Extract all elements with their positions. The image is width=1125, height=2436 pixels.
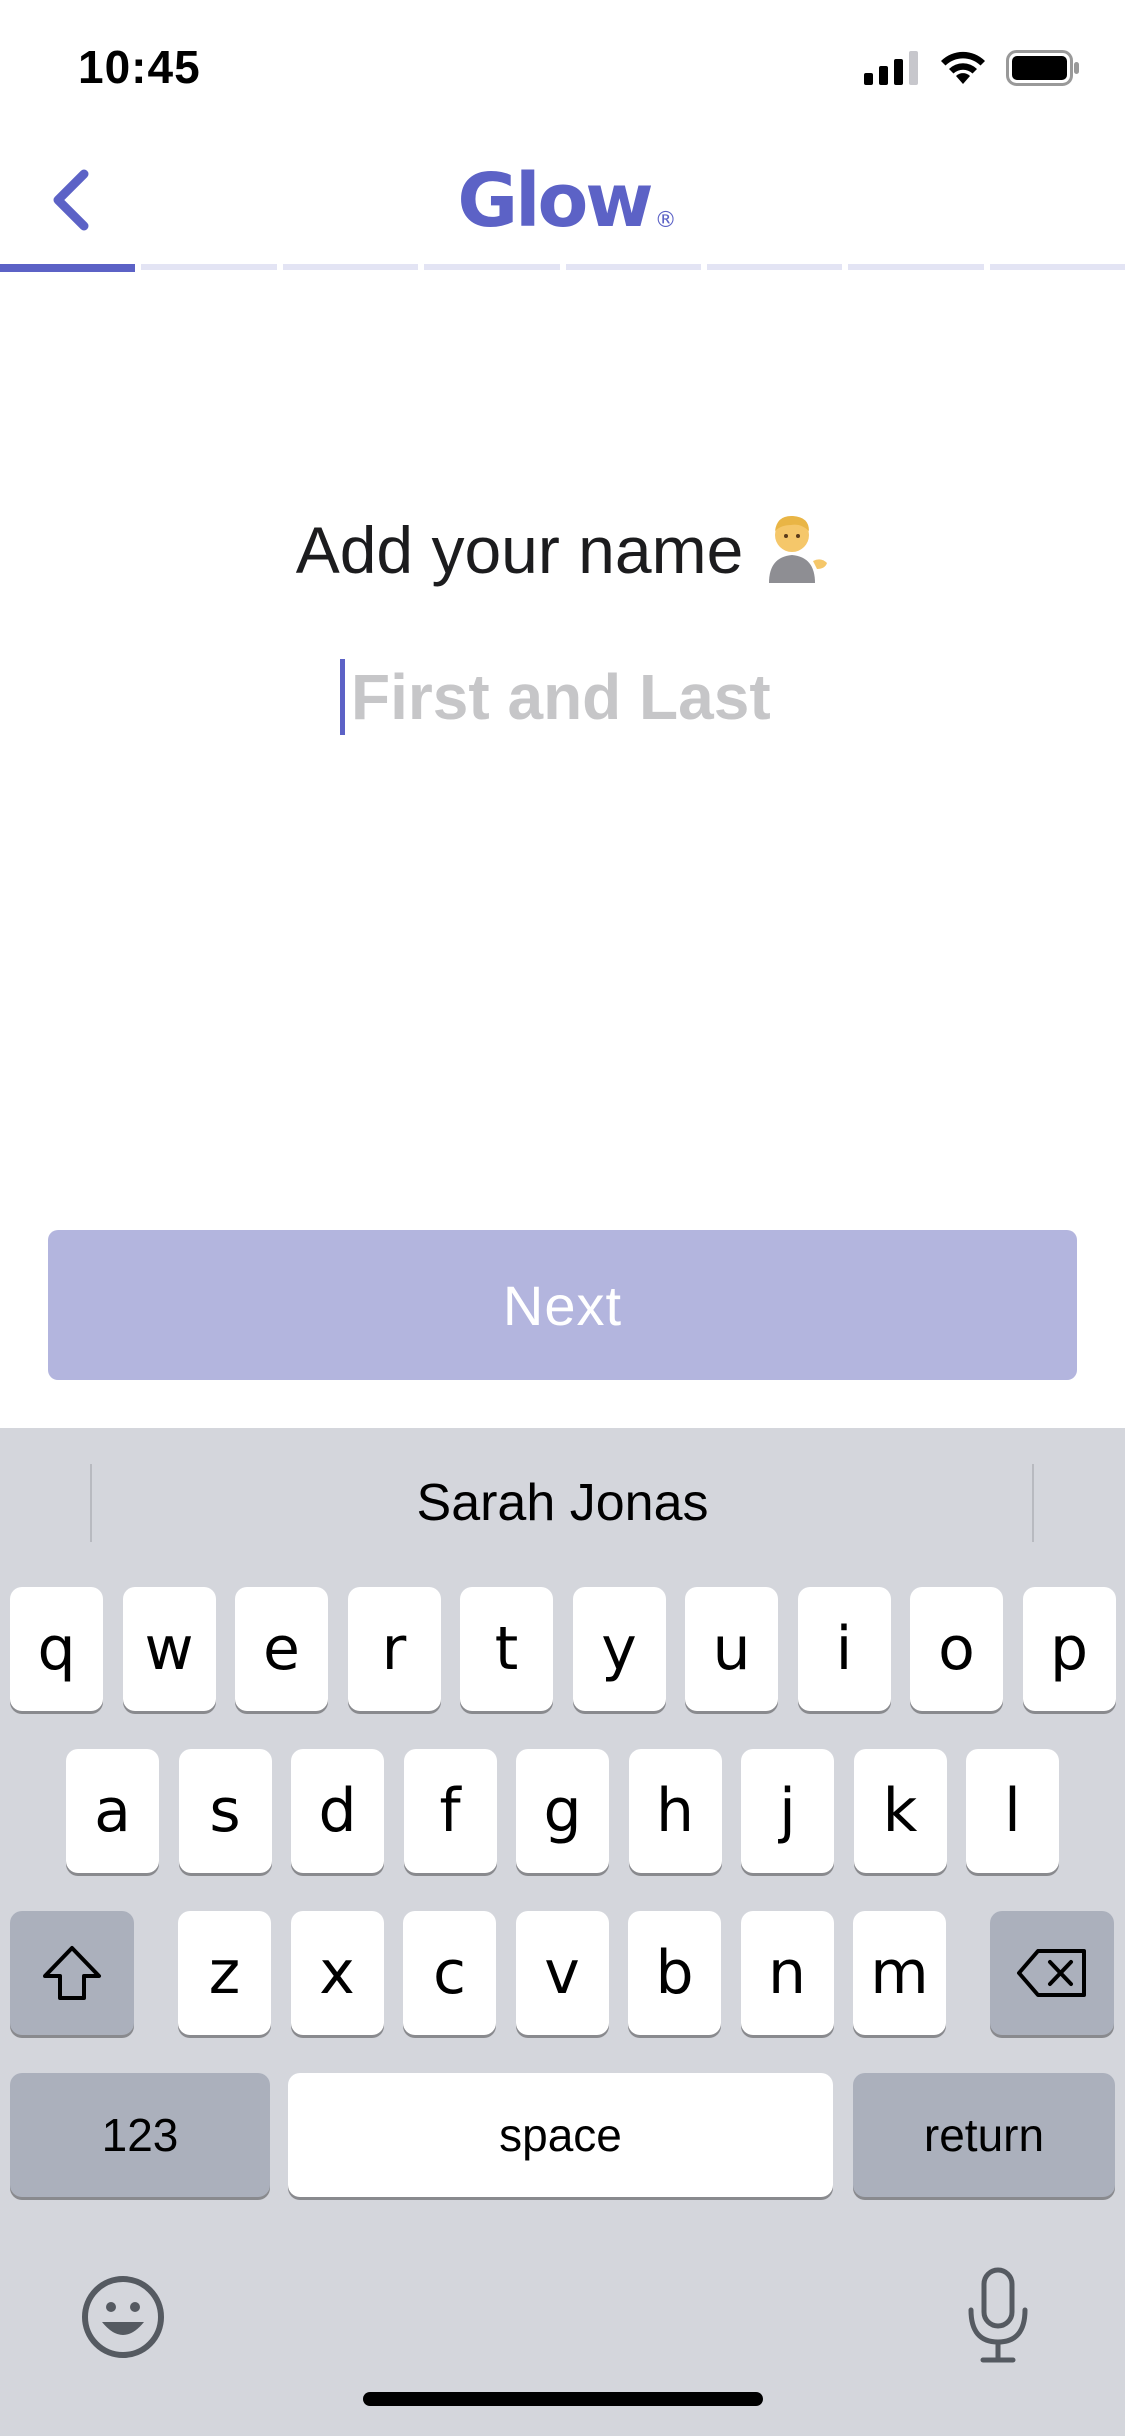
screen: 10:45 Glow ® Add your name First and Las…	[0, 0, 1125, 2436]
suggestion-divider	[90, 1464, 92, 1542]
progress-segment	[706, 264, 843, 270]
emoji-key[interactable]	[80, 2274, 166, 2360]
key-m[interactable]: m	[853, 1911, 946, 2035]
key-f[interactable]: f	[403, 1749, 497, 1873]
progress-segment	[141, 264, 277, 270]
key-h[interactable]: h	[628, 1749, 722, 1873]
status-bar: 10:45	[0, 0, 1125, 132]
key-u[interactable]: u	[685, 1587, 778, 1711]
shift-icon	[43, 1946, 101, 2000]
key-v[interactable]: v	[515, 1911, 609, 2035]
emoji-icon	[82, 2276, 164, 2358]
cellular-signal-icon	[864, 51, 918, 85]
prompt-text: Add your name	[295, 513, 744, 587]
status-time: 10:45	[78, 41, 201, 93]
key-d[interactable]: d	[291, 1749, 384, 1873]
key-j[interactable]: j	[741, 1749, 834, 1873]
suggestion-item[interactable]: Sarah Jonas	[95, 1458, 1030, 1548]
brand-logo: Glow ®	[457, 148, 676, 238]
page-title: Add your name	[0, 508, 1125, 602]
key-r[interactable]: r	[347, 1587, 441, 1711]
key-p[interactable]: p	[1022, 1587, 1116, 1711]
delete-key[interactable]	[990, 1911, 1114, 2035]
name-input[interactable]	[345, 660, 831, 734]
next-button[interactable]: Next	[48, 1230, 1077, 1380]
home-indicator	[363, 2392, 763, 2406]
battery-icon	[1006, 50, 1079, 86]
key-w[interactable]: w	[122, 1587, 216, 1711]
backspace-icon	[1017, 1949, 1086, 1997]
key-x[interactable]: x	[290, 1911, 384, 2035]
microphone-key[interactable]	[963, 2266, 1033, 2366]
key-c[interactable]: c	[403, 1911, 496, 2035]
chevron-left-icon	[53, 169, 89, 231]
key-k[interactable]: k	[853, 1749, 947, 1873]
key-n[interactable]: n	[740, 1911, 834, 2035]
shift-key[interactable]	[10, 1911, 134, 2035]
key-i[interactable]: i	[797, 1587, 891, 1711]
key-q[interactable]: q	[10, 1587, 103, 1711]
key-b[interactable]: b	[628, 1911, 721, 2035]
key-e[interactable]: e	[235, 1587, 328, 1711]
key-l[interactable]: l	[966, 1749, 1059, 1873]
key-z[interactable]: z	[178, 1911, 271, 2035]
key-y[interactable]: y	[572, 1587, 666, 1711]
key-a[interactable]: a	[66, 1749, 159, 1873]
step-progress	[0, 264, 1125, 272]
return-key[interactable]: return	[853, 2073, 1115, 2197]
key-t[interactable]: t	[460, 1587, 553, 1711]
microphone-icon	[968, 2267, 1028, 2363]
back-button[interactable]	[30, 160, 110, 240]
key-s[interactable]: s	[178, 1749, 272, 1873]
logo-text: Glow	[457, 158, 653, 244]
progress-segment	[989, 264, 1125, 270]
numbers-key[interactable]: 123	[10, 2073, 270, 2197]
key-o[interactable]: o	[910, 1587, 1003, 1711]
status-icons	[864, 50, 1080, 86]
key-g[interactable]: g	[516, 1749, 609, 1873]
name-field[interactable]	[340, 652, 840, 742]
progress-segment	[282, 264, 419, 270]
suggestion-bar: Sarah Jonas	[0, 1428, 1125, 1578]
suggestion-divider	[1032, 1464, 1034, 1542]
progress-segment	[565, 264, 701, 270]
space-key[interactable]: space	[288, 2073, 833, 2197]
registered-mark: ®	[654, 208, 677, 233]
progress-segment	[0, 264, 136, 272]
keyboard: Sarah Jonas qwertyuiop asdfghjkl zxcvbnm…	[0, 1428, 1125, 2436]
progress-segment	[848, 264, 984, 270]
wifi-icon	[941, 51, 985, 84]
person-tipping-hand-icon	[755, 509, 829, 602]
progress-segment	[424, 264, 560, 270]
nav-header: Glow ®	[0, 132, 1125, 262]
